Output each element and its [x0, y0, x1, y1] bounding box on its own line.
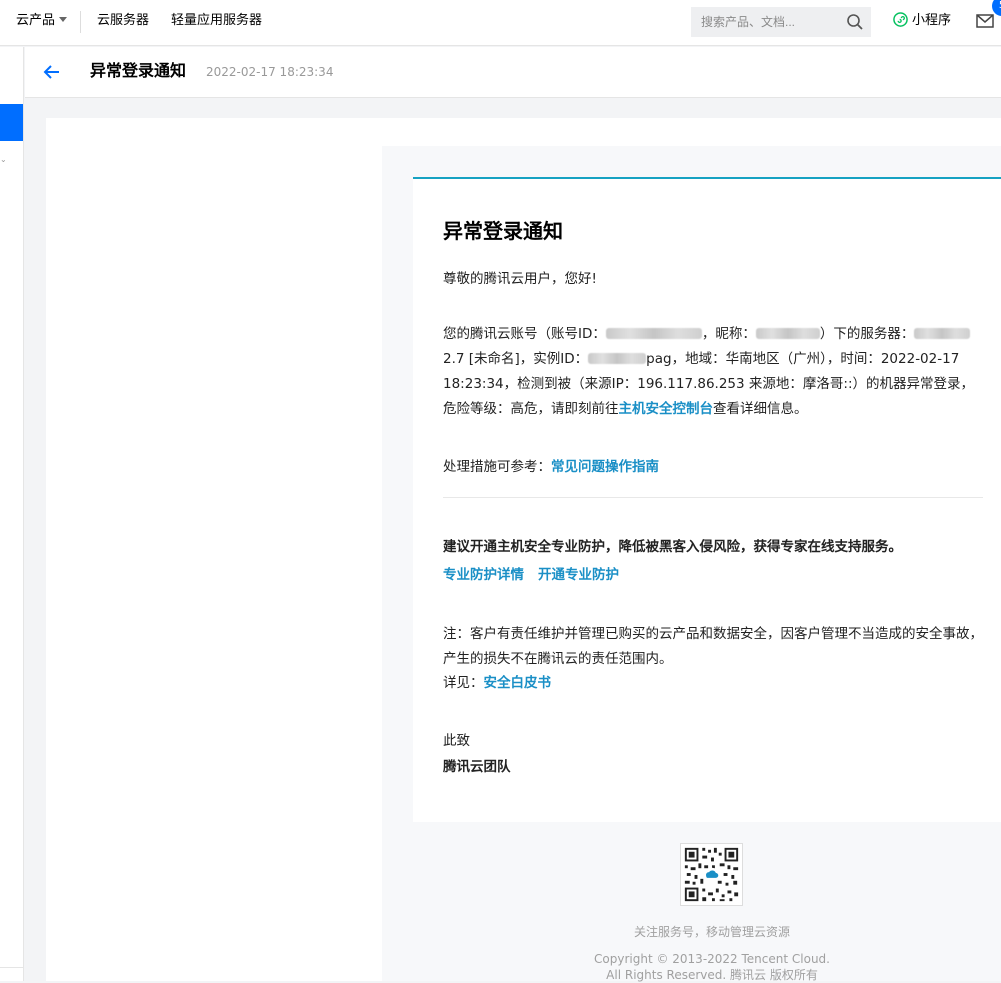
redacted-instance-id: [588, 353, 647, 364]
nav-item-cvm[interactable]: 云服务器: [97, 12, 149, 30]
mail-measures: 处理措施可参考：常见问题操作指南: [443, 455, 983, 480]
footer-follow-text: 关注服务号，移动管理云资源: [633, 925, 790, 939]
detail-label: 详见：: [443, 675, 484, 691]
top-navigation-bar: 云产品 云服务器 轻量应用服务器 小程序 5: [0, 0, 1001, 46]
mail-body: 您的腾讯云账号（账号ID： ，昵称： ）下的服务器：2.7 [未命名]，实例ID： p…: [443, 322, 983, 422]
redacted-server-ip: [914, 328, 971, 339]
search-icon[interactable]: [846, 13, 864, 31]
miniprogram-button[interactable]: 小程序: [893, 12, 951, 30]
body-text: 您的腾讯云账号（账号ID：: [443, 326, 606, 342]
products-menu-label: 云产品: [16, 13, 56, 28]
back-arrow-icon[interactable]: [43, 63, 61, 81]
footer-copyright: Copyright © 2013-2022 Tencent Cloud.: [594, 952, 830, 966]
mail-greeting: 尊敬的腾讯云用户，您好!: [443, 271, 597, 287]
page-header: 异常登录通知 2022-02-17 18:23:34: [25, 47, 1001, 98]
mail-divider: [443, 497, 983, 498]
body-text: 查看详细信息。: [713, 401, 808, 417]
mail-title: 异常登录通知: [443, 219, 563, 243]
chevron-down-icon[interactable]: ⌄: [0, 155, 7, 164]
sidebar-divider: [0, 967, 23, 968]
sidebar-active-item[interactable]: [0, 104, 23, 141]
body-text: ）下的服务器：: [819, 326, 915, 342]
body-text: ，昵称：: [701, 326, 756, 342]
security-whitepaper-link[interactable]: 安全白皮书: [484, 675, 552, 691]
qr-code-image: [680, 843, 743, 906]
mail-detail: 详见：安全白皮书: [443, 671, 983, 696]
redacted-account-id: [605, 328, 702, 339]
nav-item-lighthouse[interactable]: 轻量应用服务器: [171, 12, 262, 30]
miniprogram-label: 小程序: [912, 13, 952, 28]
protection-details-link[interactable]: 专业防护详情: [443, 567, 524, 583]
redacted-nickname: [755, 328, 820, 339]
mail-note: 注：客户有责任维护并管理已购买的云产品和数据安全，因客户管理不当造成的安全事故，…: [443, 626, 983, 667]
products-menu[interactable]: 云产品: [16, 12, 68, 30]
mail-suggestion: 建议开通主机安全专业防护，降低被黑客入侵风险，获得专家在线支持服务。: [443, 539, 902, 555]
page-timestamp: 2022-02-17 18:23:34: [206, 65, 334, 79]
search-input[interactable]: [701, 12, 831, 32]
faq-guide-link[interactable]: 常见问题操作指南: [551, 459, 659, 475]
mail-frame: 异常登录通知 尊敬的腾讯云用户，您好! 您的腾讯云账号（账号ID： ，昵称： ）下的…: [382, 146, 1001, 982]
content-panel: 异常登录通知 尊敬的腾讯云用户，您好! 您的腾讯云账号（账号ID： ，昵称： ）下的…: [46, 118, 1001, 982]
body-text: 2.7 [未命名]，实例ID：: [443, 351, 589, 367]
mail-icon[interactable]: [976, 14, 994, 28]
search-box[interactable]: [691, 7, 871, 37]
mail-signature: 腾讯云团队: [443, 759, 511, 775]
caret-down-icon: [59, 17, 68, 22]
collapsed-sidebar: ⌄: [0, 47, 24, 981]
measures-label: 处理措施可参考：: [443, 459, 551, 475]
host-security-console-link[interactable]: 主机安全控制台: [619, 401, 714, 417]
mail-protection-links: 专业防护详情 开通专业防护: [443, 563, 983, 588]
miniprogram-icon: [893, 12, 908, 27]
page-title: 异常登录通知: [90, 61, 187, 80]
enable-protection-link[interactable]: 开通专业防护: [538, 567, 619, 583]
mail-regards: 此致: [443, 733, 470, 749]
mail-card: 异常登录通知 尊敬的腾讯云用户，您好! 您的腾讯云账号（账号ID： ，昵称： ）下的…: [413, 177, 1001, 822]
nav-divider: [80, 11, 81, 33]
